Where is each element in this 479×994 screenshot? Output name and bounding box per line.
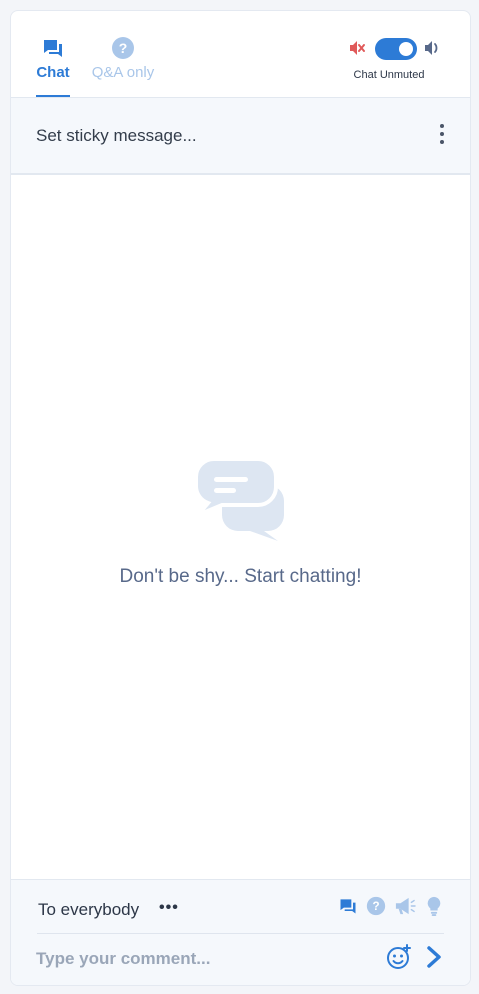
tab-chat-label: Chat [36,64,70,81]
chat-mute-status: Chat Unmuted [353,69,425,81]
chat-mute-toggle[interactable] [375,38,417,60]
svg-text:?: ? [372,900,379,913]
empty-state-message: Don't be shy... Start chatting! [119,566,362,587]
message-type-selector: ? [338,896,446,918]
chat-bubbles-icon [194,457,284,541]
comment-input[interactable] [36,946,366,972]
question-icon[interactable]: ? [366,896,386,916]
recipient-selector[interactable]: To everybody [38,900,139,920]
tab-qa-only[interactable]: ? Q&A only [89,36,157,81]
recipient-more-button[interactable]: ••• [159,899,179,917]
chat-header: Chat ? Q&A only Chat Unmuted [11,11,470,98]
chat-messages-area: Don't be shy... Start chatting! [11,175,470,879]
active-tab-indicator [36,95,70,97]
idea-icon[interactable] [426,896,442,916]
tab-chat[interactable]: Chat [35,36,71,81]
speaker-muted-icon [350,41,365,55]
chat-panel: Chat ? Q&A only Chat Unmuted Set sticky … [10,10,471,986]
sticky-message-placeholder: Set sticky message... [36,126,197,145]
send-icon[interactable] [426,946,442,968]
add-emoji-icon[interactable] [386,944,412,970]
toggle-knob [399,42,413,56]
chat-bubbles-icon [44,40,62,57]
chat-mute-control: Chat Unmuted [334,37,444,87]
chat-icon[interactable] [338,896,358,916]
sticky-message-bar[interactable]: Set sticky message... [11,98,470,175]
tab-qa-only-label: Q&A only [91,64,155,81]
announcement-icon[interactable] [394,896,416,916]
speaker-on-icon [425,41,438,55]
svg-text:?: ? [119,40,128,56]
more-options-icon[interactable] [436,124,448,148]
question-circle-icon: ? [112,37,134,59]
composer-divider [37,933,444,934]
chat-composer: To everybody ••• ? [11,879,470,985]
